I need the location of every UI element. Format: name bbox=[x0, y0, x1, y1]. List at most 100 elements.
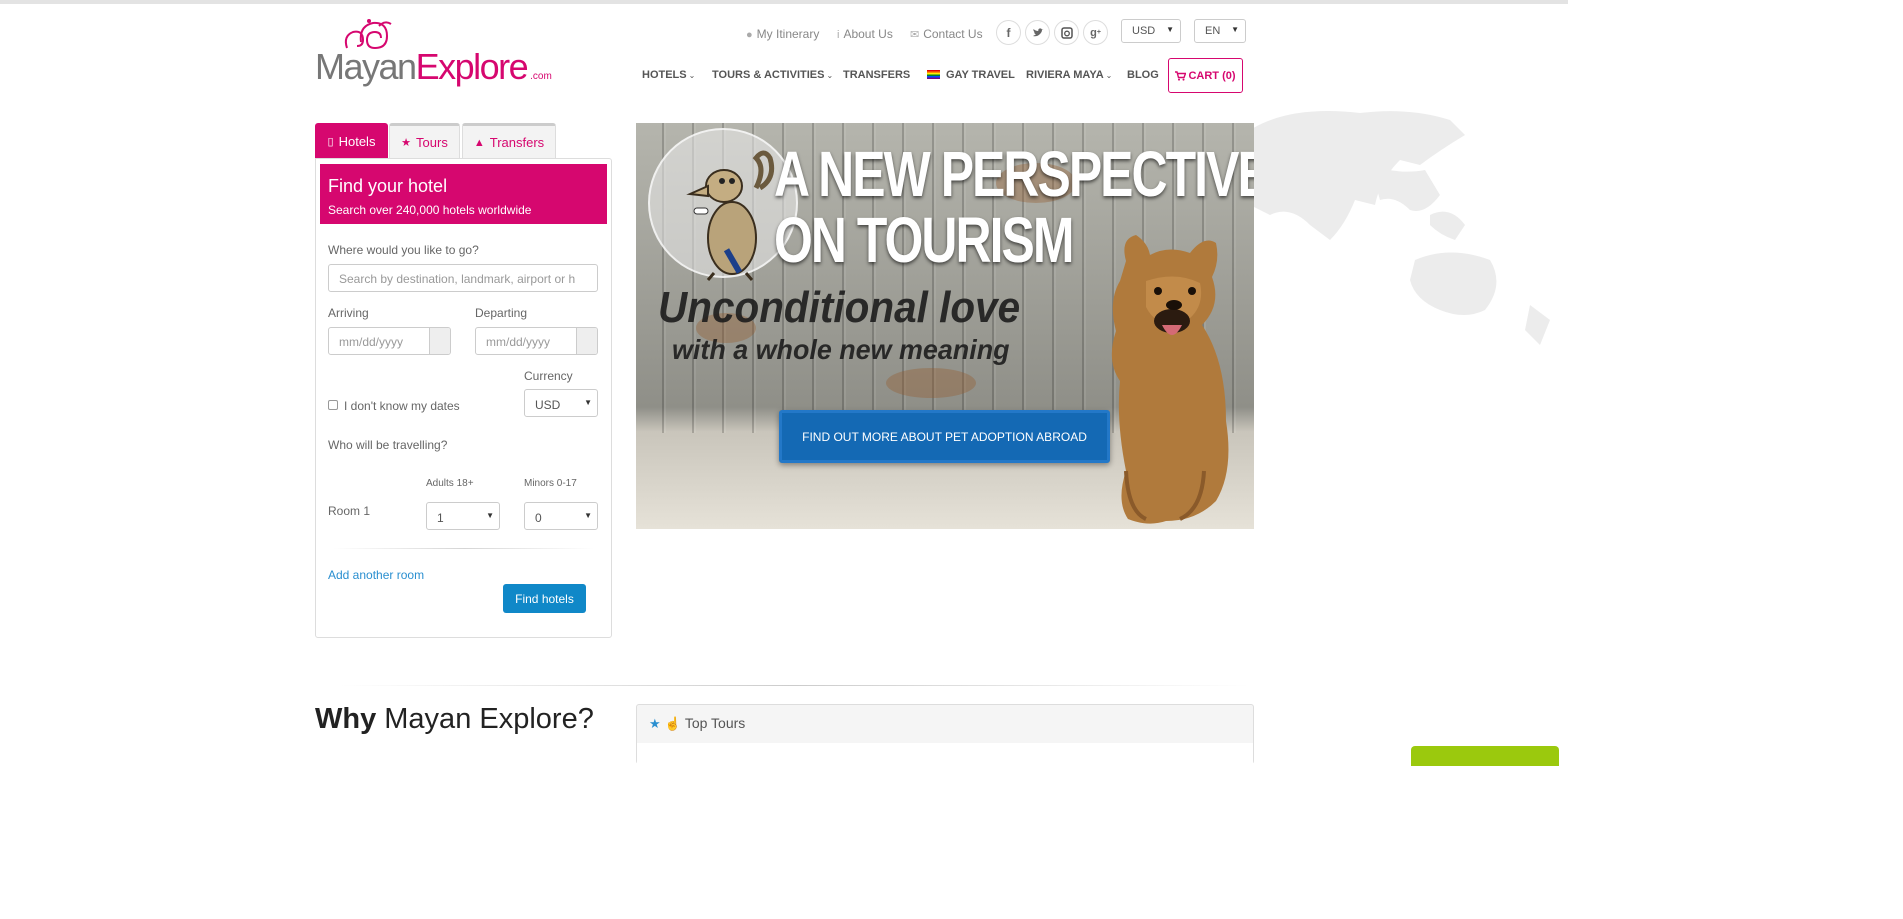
panel-divider bbox=[333, 548, 595, 549]
instagram-glyph bbox=[1060, 26, 1073, 39]
star-icon: ★ bbox=[401, 137, 412, 149]
currency-label: Currency bbox=[524, 369, 573, 383]
search-title: Find your hotel bbox=[328, 176, 448, 196]
dog-image bbox=[1111, 235, 1229, 524]
minors-select[interactable]: 0 ▼ bbox=[524, 502, 598, 530]
tab-hotels-label: Hotels bbox=[338, 133, 376, 149]
dropdown-arrow-icon: ▼ bbox=[486, 511, 494, 520]
top-tours-panel: ★ ☝ Top Tours bbox=[636, 704, 1254, 773]
tab-tours[interactable]: ★ Tours bbox=[389, 123, 460, 159]
no-dates-label: I don't know my dates bbox=[344, 399, 460, 413]
who-label: Who will be travelling? bbox=[328, 438, 448, 452]
why-heading-bold: Why bbox=[315, 703, 377, 735]
nav-transfers[interactable]: TRANSFERS bbox=[843, 69, 910, 81]
rainbow-flag-icon bbox=[927, 70, 940, 79]
room-label: Room 1 bbox=[328, 504, 371, 518]
tab-transfers[interactable]: ▲ Transfers bbox=[462, 123, 556, 159]
logo-wordmark: MayanExplore .com bbox=[315, 46, 552, 88]
currency-select-top[interactable]: USD ▼ bbox=[1121, 19, 1181, 43]
logo-part-1: Mayan bbox=[315, 46, 417, 87]
banner-tagline-1: Unconditional love bbox=[658, 283, 1021, 332]
currency-select-top-value: USD bbox=[1132, 25, 1156, 37]
tab-tours-label: Tours bbox=[416, 135, 448, 150]
calendar-icon[interactable] bbox=[576, 328, 597, 354]
find-hotels-button[interactable]: Find hotels bbox=[503, 584, 586, 613]
arriving-placeholder: mm/dd/yyyy bbox=[339, 335, 404, 349]
currency-select[interactable]: USD ▼ bbox=[524, 389, 598, 417]
no-dates-checkbox[interactable] bbox=[328, 400, 338, 410]
destination-input[interactable]: Search by destination, landmark, airport… bbox=[328, 264, 598, 292]
road-icon: ▲ bbox=[473, 136, 485, 149]
nav-riviera-maya-label: RIVIERA MAYA bbox=[1026, 69, 1104, 81]
instagram-icon[interactable] bbox=[1054, 20, 1079, 45]
about-us-label: About Us bbox=[843, 27, 893, 41]
banner-tagline-2: with a whole new meaning bbox=[672, 334, 1010, 365]
thumbs-up-icon: ☝ bbox=[664, 716, 681, 731]
nav-riviera-maya[interactable]: RIVIERA MAYA ⌄ bbox=[1026, 69, 1112, 81]
tab-hotels[interactable]: ▯ Hotels bbox=[315, 123, 388, 159]
nav-gay-travel[interactable]: GAY TRAVEL bbox=[927, 69, 1015, 81]
calendar-icon[interactable] bbox=[429, 328, 450, 354]
star-icon: ★ bbox=[649, 716, 661, 731]
departing-placeholder: mm/dd/yyyy bbox=[486, 335, 551, 349]
my-itinerary-link[interactable]: ● My Itinerary bbox=[746, 27, 819, 41]
logo-part-2: Explore bbox=[415, 46, 529, 87]
building-icon: ▯ bbox=[327, 135, 334, 148]
nav-gay-travel-label: GAY TRAVEL bbox=[946, 69, 1015, 81]
search-panel-header: Find your hotel Search over 240,000 hote… bbox=[320, 164, 607, 224]
google-plus-icon[interactable]: g + bbox=[1083, 20, 1108, 45]
why-heading-rest: Mayan Explore? bbox=[376, 703, 594, 735]
user-icon: ● bbox=[746, 29, 753, 41]
dropdown-arrow-icon: ▼ bbox=[1231, 25, 1239, 34]
arriving-date-input[interactable]: mm/dd/yyyy bbox=[328, 327, 451, 355]
logo-tld: .com bbox=[530, 71, 552, 82]
dropdown-arrow-icon: ▼ bbox=[584, 398, 592, 407]
twitter-icon[interactable] bbox=[1025, 20, 1050, 45]
pet-adoption-button[interactable]: FIND OUT MORE ABOUT PET ADOPTION ABROAD bbox=[779, 410, 1110, 463]
departing-date-input[interactable]: mm/dd/yyyy bbox=[475, 327, 598, 355]
adults-select[interactable]: 1 ▼ bbox=[426, 502, 500, 530]
top-tours-header: ★ ☝ Top Tours bbox=[649, 715, 745, 732]
coati-mascot-icon bbox=[686, 150, 775, 281]
chevron-down-icon: ⌄ bbox=[826, 71, 834, 80]
cart-icon bbox=[1175, 70, 1187, 81]
minors-select-value: 0 bbox=[535, 511, 542, 525]
site-logo[interactable]: MayanExplore .com bbox=[315, 18, 552, 87]
contact-us-link[interactable]: ✉ Contact Us bbox=[910, 27, 983, 41]
nav-blog-label: BLOG bbox=[1127, 69, 1159, 81]
banner-headline-1: A NEW PERSPECTIVE bbox=[774, 138, 1254, 210]
nav-tours-label: TOURS & ACTIVITIES bbox=[712, 69, 825, 81]
chevron-down-icon: ⌄ bbox=[688, 71, 696, 80]
currency-select-value: USD bbox=[535, 398, 561, 412]
cart-button[interactable]: CART (0) bbox=[1168, 58, 1243, 93]
adults-select-value: 1 bbox=[437, 511, 444, 525]
contact-us-label: Contact Us bbox=[923, 27, 983, 41]
chat-widget-tab[interactable] bbox=[1411, 746, 1559, 766]
nav-tours[interactable]: TOURS & ACTIVITIES ⌄ bbox=[712, 69, 833, 81]
about-us-link[interactable]: i About Us bbox=[837, 27, 893, 41]
world-map-decoration bbox=[1250, 111, 1550, 345]
section-divider bbox=[340, 685, 1250, 686]
add-room-link[interactable]: Add another room bbox=[328, 568, 424, 582]
nav-blog[interactable]: BLOG bbox=[1127, 69, 1159, 81]
cart-label: CART (0) bbox=[1188, 69, 1236, 82]
top-tours-body bbox=[637, 743, 1253, 773]
banner-headline-2: ON TOURISM bbox=[774, 204, 1074, 276]
rust-stain bbox=[886, 368, 976, 398]
twitter-bird-glyph bbox=[1032, 27, 1043, 36]
search-subtitle: Search over 240,000 hotels worldwide bbox=[328, 203, 532, 217]
why-heading: Why Mayan Explore? bbox=[315, 703, 594, 736]
facebook-icon[interactable]: f bbox=[996, 20, 1021, 45]
language-select-value: EN bbox=[1205, 25, 1221, 37]
nav-hotels-label: HOTELS bbox=[642, 69, 687, 81]
chevron-down-icon: ⌄ bbox=[1105, 71, 1113, 80]
info-icon: i bbox=[837, 29, 840, 41]
nav-hotels[interactable]: HOTELS ⌄ bbox=[642, 69, 695, 81]
tab-transfers-label: Transfers bbox=[489, 135, 545, 150]
language-select[interactable]: EN ▼ bbox=[1194, 19, 1246, 43]
hero-banner[interactable]: A NEW PERSPECTIVE ON TOURISM Uncondition… bbox=[636, 123, 1254, 529]
adults-label: Adults 18+ bbox=[426, 478, 474, 489]
departing-label: Departing bbox=[475, 306, 528, 320]
arriving-label: Arriving bbox=[328, 306, 369, 320]
minors-label: Minors 0-17 bbox=[524, 478, 577, 489]
